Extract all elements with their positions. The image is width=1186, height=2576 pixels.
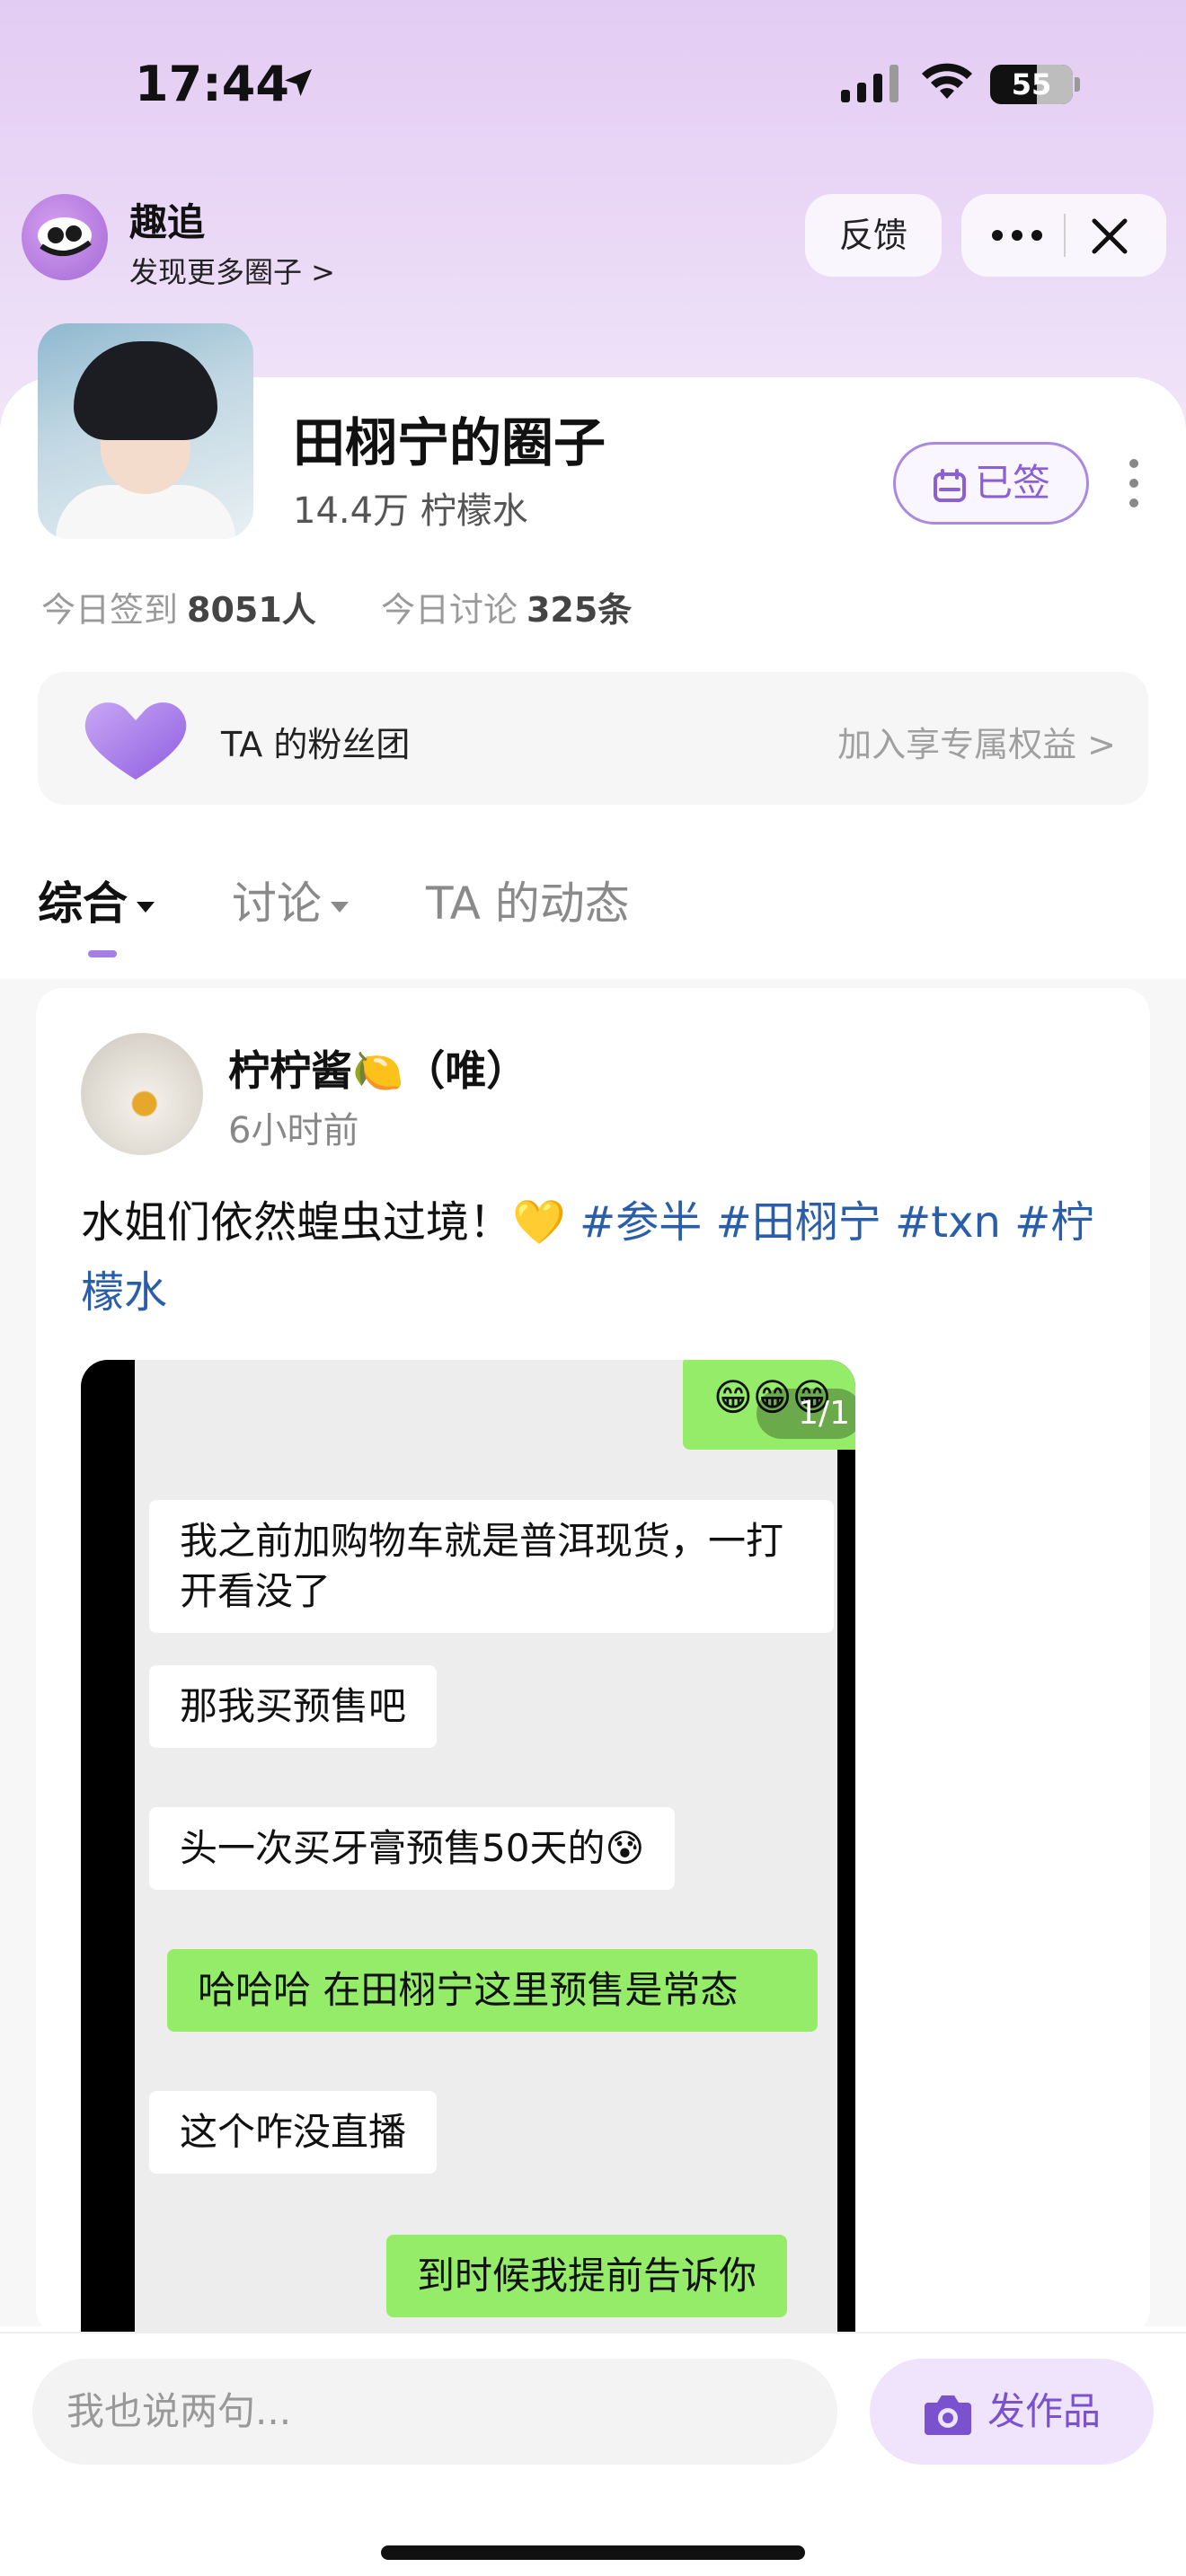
image-page-count: 1/1 — [798, 1395, 850, 1432]
bottom-bar: 我也说两句... 发作品 — [0, 2332, 1186, 2576]
circle-members: 14.4万 柠檬水 — [293, 490, 528, 532]
post-author-name[interactable]: 柠柠酱🍋（唯） — [228, 1038, 527, 1098]
app-logo-icon — [38, 217, 92, 256]
post-text: 水姐们依然蝗虫过境！💛 #参半 #田栩宁 #txn #柠檬水 — [81, 1187, 1105, 1328]
checkin-label: 今日签到 — [41, 590, 179, 630]
active-tab-indicator — [88, 950, 117, 957]
app-logo[interactable] — [22, 194, 108, 280]
calendar-icon — [933, 468, 966, 502]
wifi-icon — [922, 63, 972, 99]
image-page-indicator: 1/1 — [757, 1389, 855, 1439]
checkin-count: 8051人 — [187, 590, 316, 630]
caret-down-icon — [137, 901, 155, 913]
post-time: 6小时前 — [228, 1110, 359, 1151]
battery-cap — [1075, 77, 1080, 92]
location-arrow-icon — [285, 69, 312, 96]
close-icon[interactable] — [1087, 214, 1132, 259]
app-name: 趣追 — [129, 200, 206, 244]
chat-bubble-left: 头一次买牙膏预售50天的😰 — [149, 1807, 676, 1890]
tab-comprehensive[interactable]: 综合 — [38, 868, 155, 932]
comment-input[interactable]: 我也说两句... — [32, 2359, 837, 2465]
fan-club-label: TA 的粉丝团 — [221, 725, 411, 764]
home-indicator — [381, 2545, 805, 2560]
hashtag[interactable]: #参半 — [580, 1197, 702, 1248]
circle-stats: 今日签到 8051人 今日讨论 325条 — [41, 582, 632, 631]
status-time: 17:44 — [135, 56, 289, 112]
tab-ta-updates[interactable]: TA 的动态 — [426, 868, 630, 932]
chat-bubble-left: 我之前加购物车就是普洱现货，一打开看没了 — [149, 1500, 834, 1633]
hashtag[interactable]: #田栩宁 — [716, 1197, 881, 1248]
tab-label: TA 的动态 — [426, 878, 630, 930]
tab-label: 讨论 — [232, 878, 322, 930]
capsule-divider — [1064, 214, 1066, 257]
battery-level: 55 — [1011, 67, 1052, 101]
chat-bubble-right: 到时候我提前告诉你 — [386, 2235, 788, 2317]
chat-screenshot: 😁😁😁 我之前加购物车就是普洱现货，一打开看没了 那我买预售吧 头一次买牙膏预售… — [135, 1360, 855, 2339]
publish-button[interactable]: 发作品 — [870, 2359, 1154, 2465]
chat-bubble-left: 那我买预售吧 — [149, 1665, 438, 1748]
post-author-avatar[interactable] — [81, 1033, 203, 1155]
publish-label: 发作品 — [987, 2389, 1101, 2433]
discover-more-link[interactable]: 发现更多圈子 > — [129, 250, 335, 291]
feedback-button[interactable]: 反馈 — [805, 194, 942, 277]
status-bar: 17:44 55 — [0, 0, 1186, 171]
post-image[interactable]: 😁😁😁 我之前加购物车就是普洱现货，一打开看没了 那我买预售吧 头一次买牙膏预售… — [81, 1360, 855, 2339]
cellular-signal-icon — [841, 65, 898, 102]
feed-tabs: 综合 讨论 TA 的动态 — [38, 868, 1148, 975]
circle-title: 田栩宁的圈子 — [293, 412, 606, 473]
hashtag[interactable]: #txn — [895, 1197, 1001, 1248]
battery-icon: 55 — [990, 65, 1073, 104]
miniprogram-capsule — [961, 194, 1166, 277]
camera-icon — [924, 2395, 971, 2435]
tab-discussion[interactable]: 讨论 — [232, 868, 349, 932]
heart-icon — [84, 702, 187, 780]
chat-bubble-right: 哈哈哈 在田栩宁这里预售是常态 — [167, 1949, 818, 2032]
signed-in-button[interactable]: 已签 — [893, 442, 1089, 525]
tab-label: 综合 — [38, 878, 128, 930]
post-card[interactable]: 柠柠酱🍋（唯） 6小时前 水姐们依然蝗虫过境！💛 #参半 #田栩宁 #txn #… — [36, 988, 1150, 2339]
fan-club-join-link[interactable]: 加入享专属权益 > — [837, 717, 1116, 766]
chat-bubble-left: 这个咋没直播 — [149, 2091, 438, 2174]
discuss-count: 325条 — [526, 590, 633, 630]
caret-down-icon — [331, 901, 349, 913]
circle-avatar[interactable] — [38, 323, 253, 539]
vertical-more-icon[interactable] — [1123, 456, 1145, 510]
signed-in-label: 已签 — [974, 461, 1050, 505]
discuss-label: 今日讨论 — [380, 590, 518, 630]
fan-club-bar[interactable]: TA 的粉丝团 加入享专属权益 > — [38, 672, 1148, 805]
more-icon[interactable] — [988, 216, 1046, 255]
post-body: 水姐们依然蝗虫过境！💛 — [81, 1197, 580, 1248]
